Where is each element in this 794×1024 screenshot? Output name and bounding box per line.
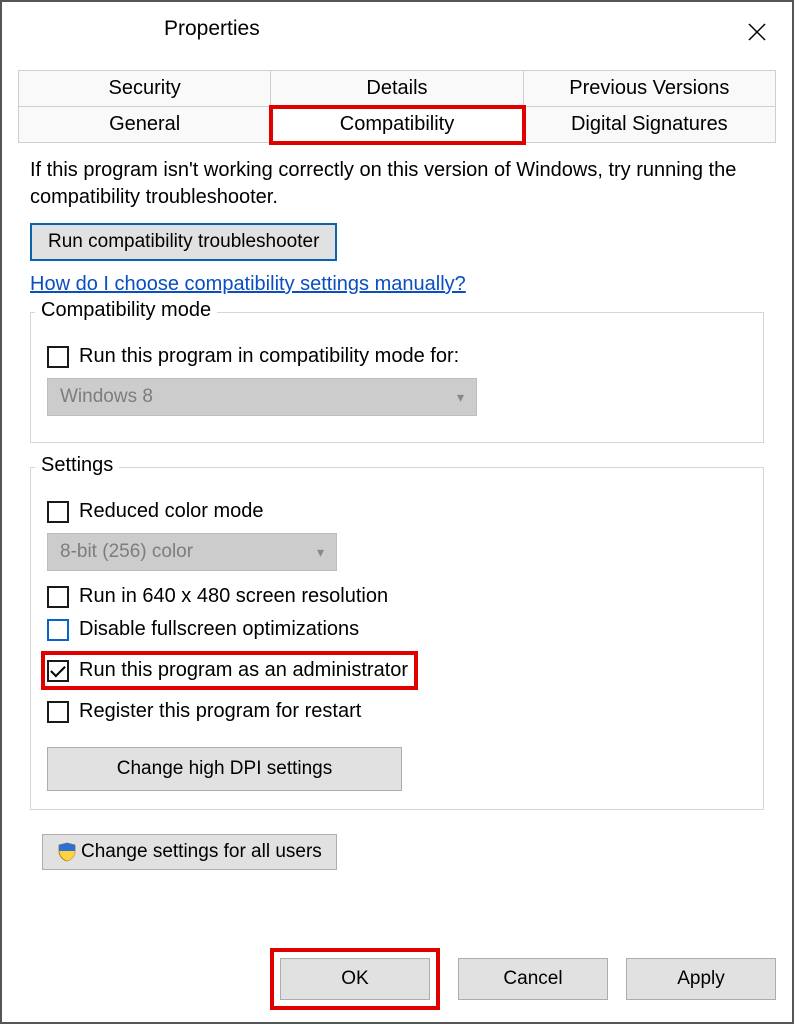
tab-strip: Security Details Previous Versions Gener… [18,70,776,143]
settings-group: Settings Reduced color mode 8-bit (256) … [30,467,764,810]
apply-button[interactable]: Apply [626,958,776,1000]
checkbox-640x480-label: Run in 640 x 480 screen resolution [79,585,388,608]
help-link[interactable]: How do I choose compatibility settings m… [30,273,466,296]
checkbox-register-restart-label: Register this program for restart [79,700,361,723]
close-icon [747,17,767,49]
run-as-admin-highlight: Run this program as an administrator [41,651,418,690]
ok-highlight: OK [270,948,440,1010]
checkbox-disable-fullscreen[interactable] [47,619,69,641]
tab-digital-signatures[interactable]: Digital Signatures [524,107,776,143]
tab-compatibility[interactable]: Compatibility [271,107,523,143]
tab-security[interactable]: Security [18,70,271,107]
compat-os-select-value: Windows 8 [60,386,153,408]
checkbox-register-restart[interactable] [47,701,69,723]
group-label-settings: Settings [35,454,119,477]
checkbox-compat-mode-label: Run this program in compatibility mode f… [79,345,459,368]
checkbox-run-as-admin[interactable] [47,660,69,682]
color-depth-select: 8-bit (256) color ▾ [47,533,337,571]
checkbox-reduced-color-label: Reduced color mode [79,500,264,523]
chevron-down-icon: ▾ [317,544,324,561]
run-troubleshooter-button[interactable]: Run compatibility troubleshooter [30,223,337,261]
tab-general[interactable]: General [18,107,271,143]
change-all-users-label: Change settings for all users [81,841,322,863]
properties-dialog: Properties Security Details Previous Ver… [0,0,794,1024]
compatibility-mode-group: Compatibility mode Run this program in c… [30,312,764,443]
dialog-button-bar: OK Cancel Apply [270,948,776,1010]
cancel-button[interactable]: Cancel [458,958,608,1000]
checkbox-run-as-admin-label: Run this program as an administrator [79,659,408,682]
checkbox-disable-fullscreen-label: Disable fullscreen optimizations [79,618,359,641]
checkbox-reduced-color[interactable] [47,501,69,523]
compat-os-select: Windows 8 ▾ [47,378,477,416]
tab-previous-versions[interactable]: Previous Versions [524,70,776,107]
close-button[interactable] [736,12,778,54]
chevron-down-icon: ▾ [457,389,464,406]
change-dpi-button[interactable]: Change high DPI settings [47,747,402,791]
checkbox-640x480[interactable] [47,586,69,608]
intro-text: If this program isn't working correctly … [30,157,764,211]
shield-icon [57,842,77,862]
titlebar: Properties [2,2,792,56]
change-all-users-button[interactable]: Change settings for all users [42,834,337,870]
tab-content: If this program isn't working correctly … [30,157,764,870]
window-title: Properties [164,17,260,41]
color-depth-select-value: 8-bit (256) color [60,541,193,563]
tab-details[interactable]: Details [271,70,523,107]
checkbox-compat-mode[interactable] [47,346,69,368]
group-label-compat: Compatibility mode [35,299,217,322]
ok-button[interactable]: OK [280,958,430,1000]
